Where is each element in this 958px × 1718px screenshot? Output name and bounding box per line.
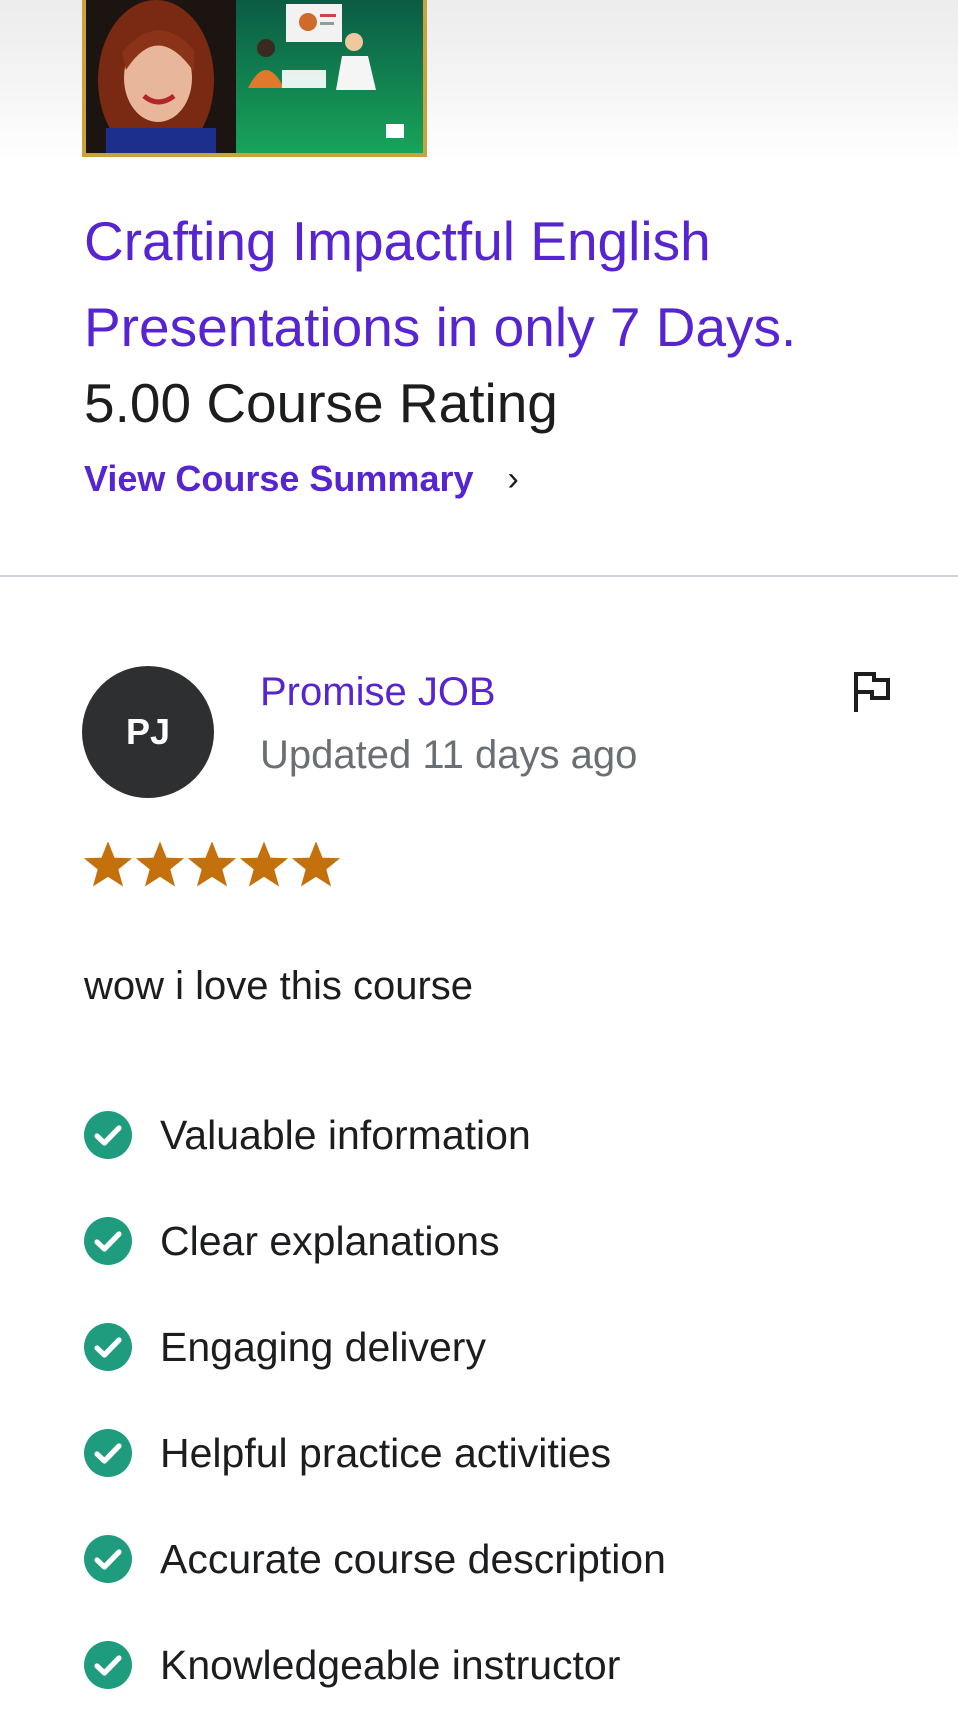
star-icon xyxy=(188,842,236,887)
review-tag-item: Accurate course description xyxy=(84,1506,666,1612)
star-icon xyxy=(240,842,288,887)
section-divider xyxy=(0,575,958,577)
star-icon xyxy=(84,842,132,887)
avatar: PJ xyxy=(82,666,214,798)
star-icon xyxy=(136,842,184,887)
course-title[interactable]: Crafting Impactful English Presentations… xyxy=(84,198,904,370)
review-tag-item: Clear explanations xyxy=(84,1188,666,1294)
check-circle-icon xyxy=(84,1535,132,1583)
review-text: wow i love this course xyxy=(84,964,474,1008)
avatar-initials: PJ xyxy=(125,711,171,752)
review-tags-list: Valuable information Clear explanations En… xyxy=(84,1082,666,1718)
review-tag-item: Knowledgeable instructor xyxy=(84,1612,666,1718)
review-tag-label: Clear explanations xyxy=(160,1217,500,1264)
check-circle-icon xyxy=(84,1111,132,1159)
flag-icon xyxy=(854,672,890,712)
chevron-right-icon: › xyxy=(507,459,519,498)
review-tag-item: Engaging delivery xyxy=(84,1294,666,1400)
review-updated-time: Updated 11 days ago xyxy=(260,733,638,777)
review-tag-label: Knowledgeable instructor xyxy=(160,1641,621,1688)
course-thumbnail-image xyxy=(86,0,423,153)
check-circle-icon xyxy=(84,1429,132,1477)
check-circle-icon xyxy=(84,1641,132,1689)
check-circle-icon xyxy=(84,1217,132,1265)
review-tag-label: Engaging delivery xyxy=(160,1323,486,1370)
star-rating xyxy=(84,842,340,888)
report-flag-button[interactable] xyxy=(850,668,894,714)
course-rating: 5.00 Course Rating xyxy=(84,372,558,434)
review-tag-label: Accurate course description xyxy=(160,1535,666,1582)
check-circle-icon xyxy=(84,1323,132,1371)
review-tag-item: Helpful practice activities xyxy=(84,1400,666,1506)
view-course-summary-label: View Course Summary xyxy=(84,458,474,499)
reviewer-name: Promise JOB xyxy=(260,670,496,714)
review-tag-label: Valuable information xyxy=(160,1111,531,1158)
star-icon xyxy=(292,842,340,887)
review-tag-label: Helpful practice activities xyxy=(160,1429,612,1476)
review-tag-item: Valuable information xyxy=(84,1082,666,1188)
course-thumbnail[interactable] xyxy=(82,0,427,157)
view-course-summary-link[interactable]: View Course Summary › xyxy=(84,458,519,500)
